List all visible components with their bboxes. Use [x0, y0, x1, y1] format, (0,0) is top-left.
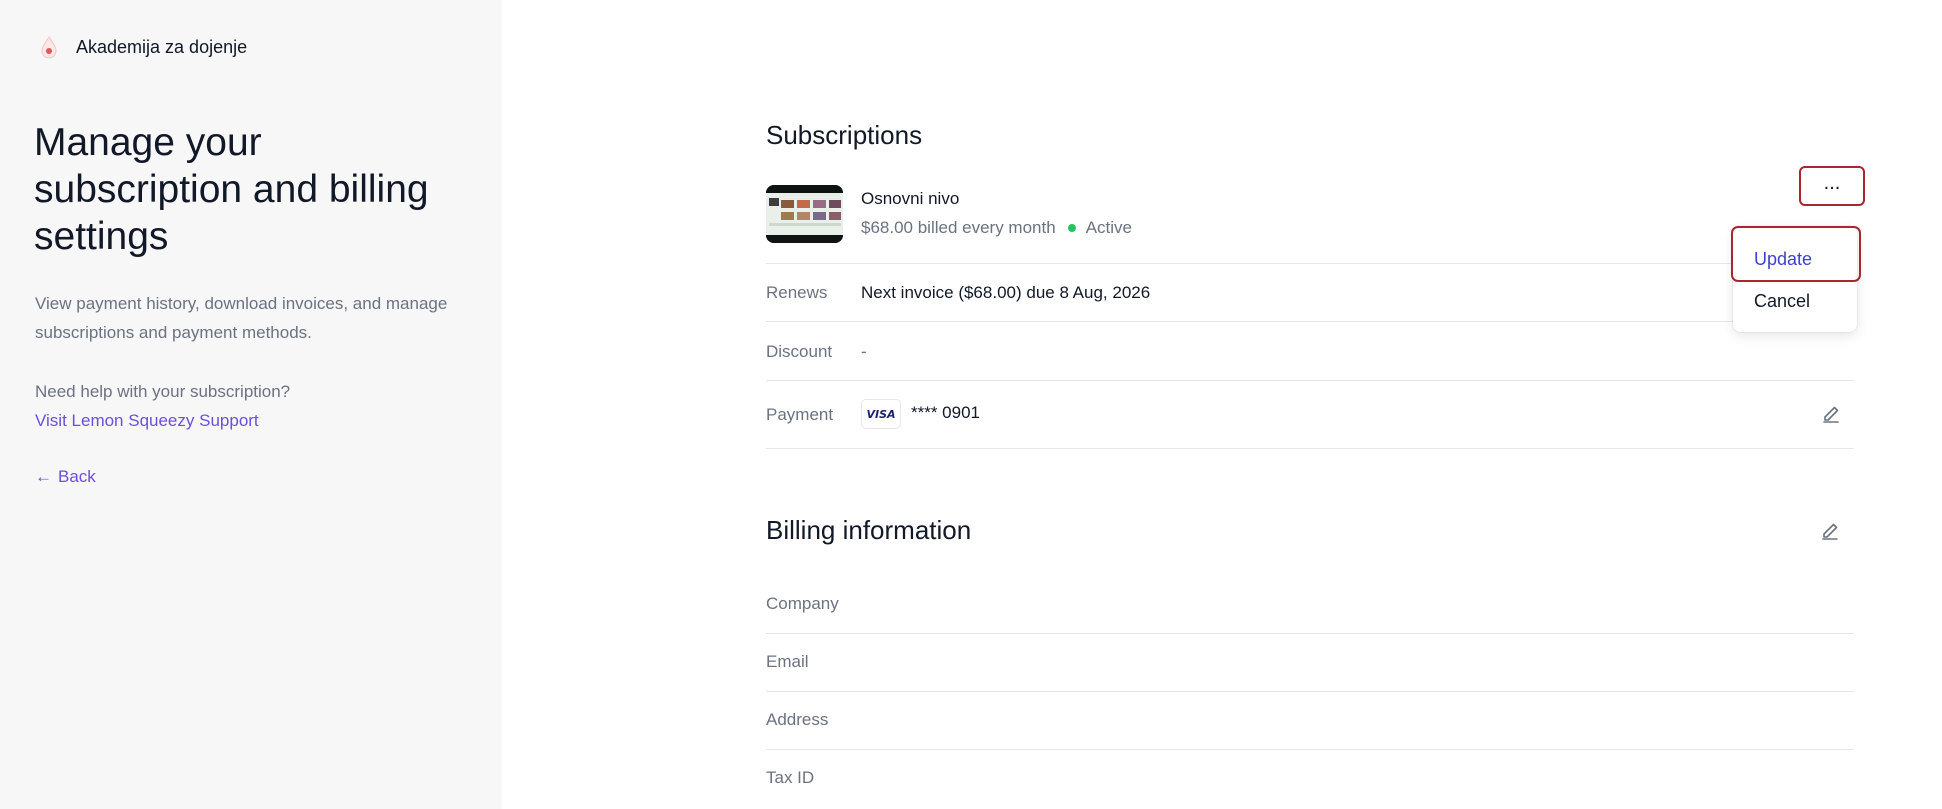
divider [766, 691, 1854, 692]
page-title: Manage your subscription and billing set… [34, 121, 429, 258]
plan-meta: $68.00 billed every month Active [861, 218, 1132, 238]
drop-logo-icon [36, 34, 62, 60]
page-description: View payment history, download invoices,… [35, 294, 448, 342]
menu-item-cancel[interactable]: Cancel [1754, 291, 1810, 312]
more-options-button[interactable]: ... [1799, 166, 1865, 206]
renews-label: Renews [766, 283, 828, 302]
discount-label: Discount [766, 342, 833, 361]
subscriptions-title: Subscriptions [766, 120, 923, 150]
visa-card-icon: VISA [861, 399, 901, 429]
email-label: Email [766, 652, 809, 671]
help-text: Need help with your subscription? [35, 382, 291, 401]
arrow-left-icon: ← [35, 467, 52, 486]
billing-title: Billing information [766, 515, 972, 545]
address-label: Address [766, 710, 829, 729]
tax-id-label: Tax ID [766, 768, 815, 787]
divider [766, 321, 1854, 322]
brand-name: Akademija za dojenje [76, 36, 248, 57]
divider [766, 380, 1854, 381]
card-number: **** 0901 [911, 403, 981, 422]
menu-item-update[interactable]: Update [1754, 249, 1812, 270]
edit-payment-icon[interactable] [1820, 403, 1842, 425]
back-link[interactable]: ← Back [35, 462, 96, 491]
status-dot-icon [1067, 224, 1076, 232]
plan-name: Osnovni nivo [861, 189, 960, 208]
plan-thumbnail [766, 185, 843, 243]
divider [766, 633, 1854, 634]
divider [766, 448, 1854, 449]
support-link[interactable]: Visit Lemon Squeezy Support [35, 406, 259, 435]
sidebar: Akademija za dojenje Manage your subscri… [0, 0, 502, 809]
renews-value: Next invoice ($68.00) due 8 Aug, 2026 [861, 283, 1151, 302]
edit-billing-icon[interactable] [1819, 520, 1841, 542]
plan-billing: $68.00 billed every month [861, 218, 1056, 237]
status-badge: Active [1085, 218, 1132, 237]
payment-label: Payment [766, 405, 834, 424]
discount-value: - [861, 342, 867, 361]
divider [766, 263, 1854, 264]
divider [766, 749, 1854, 750]
back-label: Back [58, 467, 96, 486]
more-horizontal-icon: ... [1823, 172, 1841, 194]
company-label: Company [766, 594, 839, 613]
brand[interactable]: Akademija za dojenje [36, 34, 247, 60]
